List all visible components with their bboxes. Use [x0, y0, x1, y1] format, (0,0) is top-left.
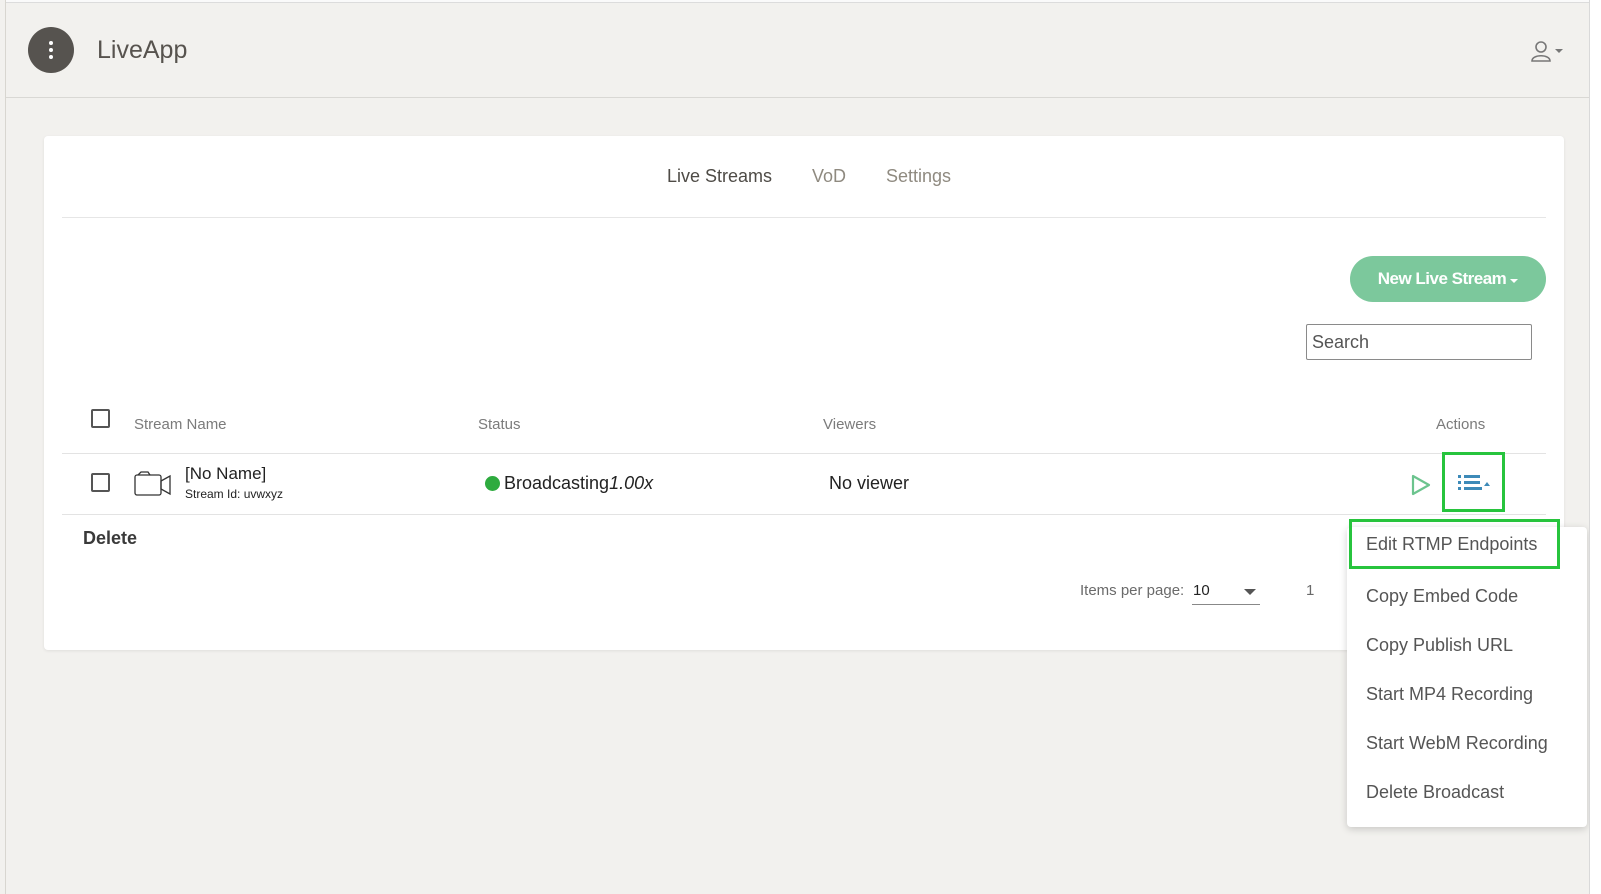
tab-settings[interactable]: Settings	[886, 166, 951, 187]
status-label: Broadcasting1.00x	[504, 473, 653, 494]
window-left-edge	[0, 0, 6, 894]
app-header: LiveApp	[6, 3, 1589, 98]
sidebar-toggle-button[interactable]	[28, 27, 74, 73]
tab-live-streams[interactable]: Live Streams	[667, 166, 772, 187]
stream-name: [No Name]	[185, 464, 267, 483]
caret-down-icon	[1510, 278, 1519, 283]
menu-item-start-webm-recording[interactable]: Start WebM Recording	[1347, 718, 1587, 768]
viewers-count: No viewer	[829, 473, 910, 493]
items-per-page-select[interactable]: 10	[1192, 578, 1260, 605]
list-menu-icon	[1457, 475, 1490, 490]
menu-item-copy-publish-url[interactable]: Copy Publish URL	[1347, 620, 1587, 670]
page-number: 1	[1306, 582, 1315, 599]
column-header-actions: Actions	[1436, 416, 1486, 433]
items-per-page-value: 10	[1193, 582, 1210, 599]
search-input[interactable]	[1306, 324, 1532, 360]
streams-card: Live Streams VoD Settings New Live Strea…	[44, 136, 1564, 650]
actions-menu-button[interactable]	[1442, 452, 1505, 512]
new-live-stream-label: New Live Stream	[1377, 269, 1507, 288]
menu-item-start-mp4-recording[interactable]: Start MP4 Recording	[1347, 669, 1587, 719]
status-text: Broadcasting	[504, 473, 610, 493]
menu-item-edit-rtmp-endpoints[interactable]: Edit RTMP Endpoints	[1349, 519, 1560, 569]
items-per-page-label: Items per page:	[1080, 582, 1185, 599]
video-camera-icon	[134, 471, 171, 496]
column-header-viewers[interactable]: Viewers	[823, 416, 876, 433]
window-scrollbar[interactable]	[1589, 0, 1601, 894]
user-icon	[1531, 41, 1551, 62]
tab-vod[interactable]: VoD	[812, 166, 846, 187]
actions-dropdown-menu: Edit RTMP Endpoints Copy Embed Code Copy…	[1347, 519, 1587, 827]
new-live-stream-button[interactable]: New Live Stream	[1350, 256, 1546, 302]
delete-button[interactable]: Delete	[83, 528, 137, 549]
table-header: Stream Name Status Viewers Actions	[62, 394, 1546, 454]
table-row: [No Name] Stream Id: uvwxyz Broadcasting…	[62, 452, 1546, 515]
status-indicator-dot	[485, 476, 500, 491]
column-header-status[interactable]: Status	[478, 416, 521, 433]
user-menu-button[interactable]	[1530, 37, 1570, 65]
select-all-checkbox[interactable]	[91, 409, 110, 428]
chevron-down-icon	[1555, 49, 1563, 53]
menu-item-delete-broadcast[interactable]: Delete Broadcast	[1347, 767, 1587, 817]
tab-bar: Live Streams VoD Settings	[62, 136, 1546, 218]
app-title: LiveApp	[97, 36, 188, 64]
vertical-dots-icon	[49, 41, 53, 59]
column-header-stream-name[interactable]: Stream Name	[134, 416, 227, 433]
menu-item-copy-embed-code[interactable]: Copy Embed Code	[1347, 571, 1587, 621]
chevron-down-icon	[1244, 589, 1256, 595]
stream-id: Stream Id: uvwxyz	[185, 487, 284, 501]
row-checkbox[interactable]	[91, 473, 110, 492]
play-icon[interactable]	[1410, 473, 1432, 497]
status-rate: 1.00x	[609, 473, 654, 493]
